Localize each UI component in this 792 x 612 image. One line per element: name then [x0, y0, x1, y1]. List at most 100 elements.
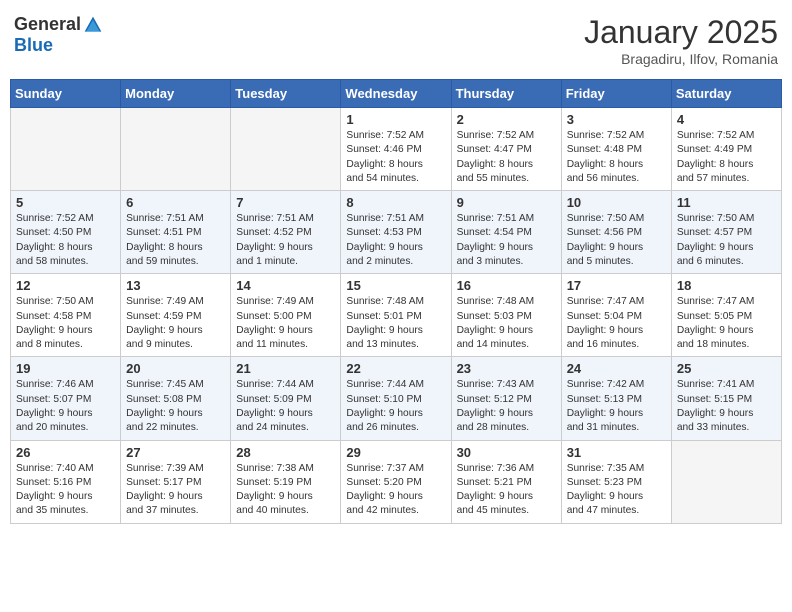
- day-number: 19: [16, 361, 115, 376]
- day-info: Sunrise: 7:52 AM Sunset: 4:49 PM Dayligh…: [677, 129, 776, 186]
- calendar-table: SundayMondayTuesdayWednesdayThursdayFrid…: [10, 79, 782, 524]
- day-number: 10: [567, 195, 666, 210]
- day-number: 2: [457, 112, 556, 127]
- day-info: Sunrise: 7:51 AM Sunset: 4:53 PM Dayligh…: [346, 212, 445, 269]
- day-info: Sunrise: 7:49 AM Sunset: 5:00 PM Dayligh…: [236, 295, 335, 352]
- calendar-cell: 28Sunrise: 7:38 AM Sunset: 5:19 PM Dayli…: [231, 440, 341, 523]
- calendar-cell: 20Sunrise: 7:45 AM Sunset: 5:08 PM Dayli…: [121, 357, 231, 440]
- day-number: 20: [126, 361, 225, 376]
- day-info: Sunrise: 7:43 AM Sunset: 5:12 PM Dayligh…: [457, 378, 556, 435]
- calendar-cell: [11, 108, 121, 191]
- calendar-cell: 29 Sunrise: 7:37 AM Sunset: 5:20 PM Dayli…: [341, 440, 451, 523]
- calendar-cell: 4 Sunrise: 7:52 AM Sunset: 4:49 PM Daylig…: [671, 108, 781, 191]
- calendar-cell: 14 Sunrise: 7:49 AM Sunset: 5:00 PM Dayli…: [231, 274, 341, 357]
- calendar-cell: 6 Sunrise: 7:51 AM Sunset: 4:51 PM Daylig…: [121, 191, 231, 274]
- calendar-cell: 9 Sunrise: 7:51 AM Sunset: 4:54 PM Daylig…: [451, 191, 561, 274]
- calendar-cell: 19 Sunrise: 7:46 AM Sunset: 5:07 PM Dayli…: [11, 357, 121, 440]
- day-info: Sunrise: 7:47 AM Sunset: 5:04 PM Dayligh…: [567, 295, 666, 352]
- calendar-cell: 18 Sunrise: 7:47 AM Sunset: 5:05 PM Dayli…: [671, 274, 781, 357]
- calendar-week-row: 12 Sunrise: 7:50 AM Sunset: 4:58 PM Dayli…: [11, 274, 782, 357]
- day-number: 14: [236, 278, 335, 293]
- day-info: Sunrise: 7:49 AM Sunset: 4:59 PM Dayligh…: [126, 295, 225, 352]
- day-info: Sunrise: 7:51 AM Sunset: 4:51 PM Dayligh…: [126, 212, 225, 269]
- calendar-cell: 1Sunrise: 7:52 AM Sunset: 4:46 PM Daylig…: [341, 108, 451, 191]
- calendar-cell: 24 Sunrise: 7:42 AM Sunset: 5:13 PM Dayli…: [561, 357, 671, 440]
- day-info: Sunrise: 7:47 AM Sunset: 5:05 PM Dayligh…: [677, 295, 776, 352]
- day-number: 8: [346, 195, 445, 210]
- weekday-header: Tuesday: [231, 80, 341, 108]
- calendar-week-row: 26Sunrise: 7:40 AM Sunset: 5:16 PM Dayli…: [11, 440, 782, 523]
- day-info: Sunrise: 7:50 AM Sunset: 4:57 PM Dayligh…: [677, 212, 776, 269]
- day-info: Sunrise: 7:44 AM Sunset: 5:09 PM Dayligh…: [236, 378, 335, 435]
- day-number: 3: [567, 112, 666, 127]
- logo-icon: [83, 15, 103, 35]
- calendar-cell: 8 Sunrise: 7:51 AM Sunset: 4:53 PM Daylig…: [341, 191, 451, 274]
- day-info: Sunrise: 7:42 AM Sunset: 5:13 PM Dayligh…: [567, 378, 666, 435]
- weekday-header-row: SundayMondayTuesdayWednesdayThursdayFrid…: [11, 80, 782, 108]
- day-number: 22: [346, 361, 445, 376]
- weekday-header: Thursday: [451, 80, 561, 108]
- day-info: Sunrise: 7:48 AM Sunset: 5:03 PM Dayligh…: [457, 295, 556, 352]
- logo-blue: Blue: [14, 35, 53, 56]
- day-info: Sunrise: 7:36 AM Sunset: 5:21 PM Dayligh…: [457, 462, 556, 519]
- day-number: 23: [457, 361, 556, 376]
- calendar-cell: 16Sunrise: 7:48 AM Sunset: 5:03 PM Dayli…: [451, 274, 561, 357]
- day-number: 21: [236, 361, 335, 376]
- day-number: 9: [457, 195, 556, 210]
- weekday-header: Monday: [121, 80, 231, 108]
- day-info: Sunrise: 7:51 AM Sunset: 4:54 PM Dayligh…: [457, 212, 556, 269]
- location-subtitle: Bragadiru, Ilfov, Romania: [584, 51, 778, 67]
- day-info: Sunrise: 7:52 AM Sunset: 4:47 PM Dayligh…: [457, 129, 556, 186]
- day-number: 6: [126, 195, 225, 210]
- calendar-cell: 27 Sunrise: 7:39 AM Sunset: 5:17 PM Dayli…: [121, 440, 231, 523]
- calendar-cell: 11 Sunrise: 7:50 AM Sunset: 4:57 PM Dayli…: [671, 191, 781, 274]
- weekday-header: Sunday: [11, 80, 121, 108]
- calendar-cell: 10 Sunrise: 7:50 AM Sunset: 4:56 PM Dayli…: [561, 191, 671, 274]
- day-number: 1: [346, 112, 445, 127]
- day-number: 30: [457, 445, 556, 460]
- calendar-week-row: 1Sunrise: 7:52 AM Sunset: 4:46 PM Daylig…: [11, 108, 782, 191]
- day-info: Sunrise: 7:52 AM Sunset: 4:50 PM Dayligh…: [16, 212, 115, 269]
- logo-general: General: [14, 14, 81, 35]
- weekday-header: Saturday: [671, 80, 781, 108]
- day-number: 11: [677, 195, 776, 210]
- title-block: January 2025 Bragadiru, Ilfov, Romania: [584, 14, 778, 67]
- day-number: 25: [677, 361, 776, 376]
- day-number: 13: [126, 278, 225, 293]
- day-number: 27: [126, 445, 225, 460]
- calendar-cell: 23 Sunrise: 7:43 AM Sunset: 5:12 PM Dayli…: [451, 357, 561, 440]
- day-number: 4: [677, 112, 776, 127]
- day-number: 15: [346, 278, 445, 293]
- day-info: Sunrise: 7:50 AM Sunset: 4:58 PM Dayligh…: [16, 295, 115, 352]
- day-info: Sunrise: 7:51 AM Sunset: 4:52 PM Dayligh…: [236, 212, 335, 269]
- calendar-cell: [671, 440, 781, 523]
- day-info: Sunrise: 7:48 AM Sunset: 5:01 PM Dayligh…: [346, 295, 445, 352]
- calendar-cell: [121, 108, 231, 191]
- calendar-cell: 7Sunrise: 7:51 AM Sunset: 4:52 PM Daylig…: [231, 191, 341, 274]
- day-number: 24: [567, 361, 666, 376]
- day-number: 12: [16, 278, 115, 293]
- calendar-cell: 5 Sunrise: 7:52 AM Sunset: 4:50 PM Daylig…: [11, 191, 121, 274]
- page-header: General Blue January 2025 Bragadiru, Ilf…: [10, 10, 782, 71]
- calendar-cell: 15 Sunrise: 7:48 AM Sunset: 5:01 PM Dayli…: [341, 274, 451, 357]
- calendar-cell: 26Sunrise: 7:40 AM Sunset: 5:16 PM Dayli…: [11, 440, 121, 523]
- day-info: Sunrise: 7:37 AM Sunset: 5:20 PM Dayligh…: [346, 462, 445, 519]
- day-info: Sunrise: 7:46 AM Sunset: 5:07 PM Dayligh…: [16, 378, 115, 435]
- calendar-cell: 30 Sunrise: 7:36 AM Sunset: 5:21 PM Dayli…: [451, 440, 561, 523]
- month-title: January 2025: [584, 14, 778, 51]
- calendar-cell: 2 Sunrise: 7:52 AM Sunset: 4:47 PM Daylig…: [451, 108, 561, 191]
- day-number: 18: [677, 278, 776, 293]
- calendar-cell: 22Sunrise: 7:44 AM Sunset: 5:10 PM Dayli…: [341, 357, 451, 440]
- day-number: 29: [346, 445, 445, 460]
- day-number: 5: [16, 195, 115, 210]
- calendar-week-row: 5 Sunrise: 7:52 AM Sunset: 4:50 PM Daylig…: [11, 191, 782, 274]
- day-info: Sunrise: 7:50 AM Sunset: 4:56 PM Dayligh…: [567, 212, 666, 269]
- calendar-cell: 13 Sunrise: 7:49 AM Sunset: 4:59 PM Dayli…: [121, 274, 231, 357]
- day-info: Sunrise: 7:39 AM Sunset: 5:17 PM Dayligh…: [126, 462, 225, 519]
- calendar-cell: 21 Sunrise: 7:44 AM Sunset: 5:09 PM Dayli…: [231, 357, 341, 440]
- calendar-cell: 25Sunrise: 7:41 AM Sunset: 5:15 PM Dayli…: [671, 357, 781, 440]
- weekday-header: Friday: [561, 80, 671, 108]
- day-info: Sunrise: 7:35 AM Sunset: 5:23 PM Dayligh…: [567, 462, 666, 519]
- weekday-header: Wednesday: [341, 80, 451, 108]
- day-info: Sunrise: 7:40 AM Sunset: 5:16 PM Dayligh…: [16, 462, 115, 519]
